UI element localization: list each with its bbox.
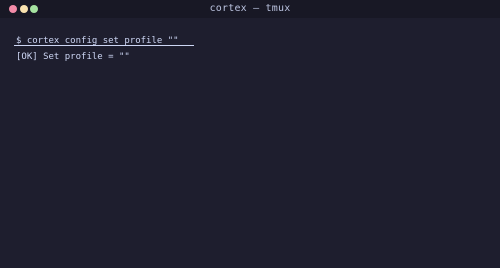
command-line: $ cortex config set profile "" bbox=[16, 36, 179, 46]
command-underline bbox=[14, 45, 194, 46]
terminal-output[interactable]: $ cortex config set profile "" [OK] Set … bbox=[16, 33, 179, 65]
window-title: cortex — tmux bbox=[209, 3, 291, 14]
title-bar: cortex — tmux bbox=[0, 0, 500, 18]
terminal-window: cortex — tmux $ cortex config set profil… bbox=[0, 0, 500, 268]
output-line: [OK] Set profile = "" bbox=[16, 52, 130, 62]
